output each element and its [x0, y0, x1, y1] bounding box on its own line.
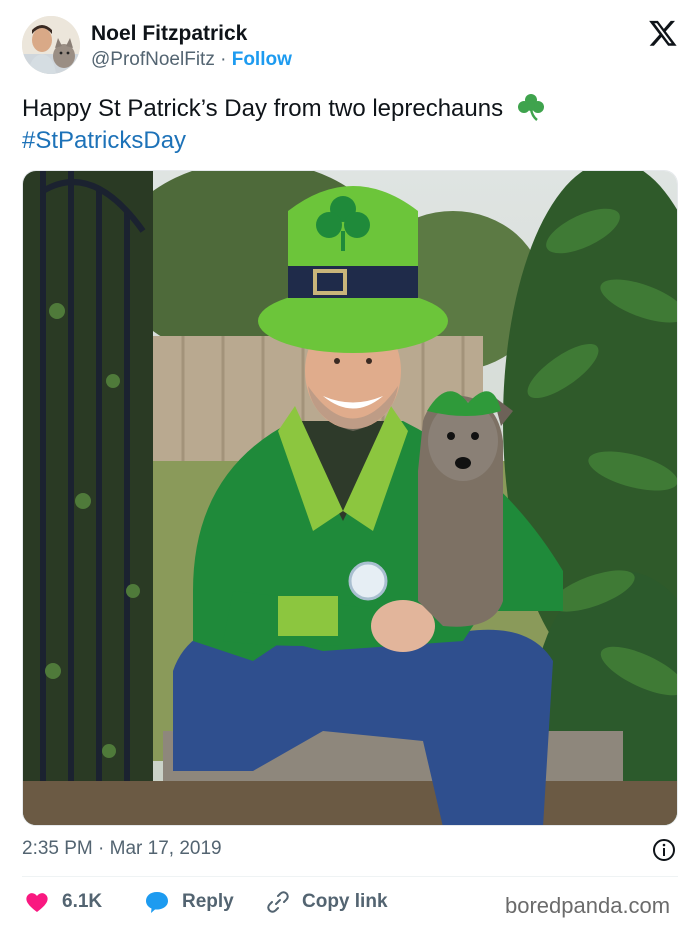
- avatar-image: [22, 16, 80, 74]
- author-handle-row: @ProfNoelFitz · Follow: [91, 49, 292, 71]
- info-icon[interactable]: [652, 838, 676, 862]
- divider: [22, 876, 678, 877]
- tweet-photo[interactable]: [22, 170, 678, 826]
- shamrock-icon: [517, 94, 544, 121]
- heart-icon: [26, 893, 48, 912]
- copy-link-label: Copy link: [302, 891, 388, 912]
- reply-bubble-icon: [146, 892, 168, 913]
- x-logo-icon[interactable]: [648, 18, 678, 48]
- author-handle[interactable]: @ProfNoelFitz: [91, 49, 215, 70]
- follow-button[interactable]: Follow: [232, 49, 292, 70]
- tweet-card: Noel Fitzpatrick @ProfNoelFitz · Follow …: [0, 0, 700, 929]
- tweet-header: Noel Fitzpatrick @ProfNoelFitz · Follow: [22, 16, 682, 80]
- timestamp-date: Mar 17, 2019: [109, 838, 222, 859]
- link-icon: [267, 891, 289, 913]
- timestamp-separator: ·: [98, 838, 105, 859]
- timestamp-time: 2:35 PM: [22, 838, 93, 859]
- tweet-timestamp[interactable]: 2:35 PM · Mar 17, 2019: [22, 838, 222, 860]
- tweet-text: Happy St Patrick’s Day from two leprecha…: [22, 92, 678, 157]
- copy-link-button[interactable]: Copy link: [266, 886, 388, 918]
- reply-button[interactable]: Reply: [144, 886, 234, 918]
- watermark: boredpanda.com: [505, 893, 671, 918]
- photo-image: [23, 171, 677, 825]
- hashtag-link[interactable]: #StPatricksDay: [22, 127, 186, 154]
- action-bar: 6.1K Reply Copy link: [22, 886, 502, 918]
- like-count: 6.1K: [62, 891, 103, 912]
- reply-label: Reply: [182, 891, 234, 912]
- like-button[interactable]: 6.1K: [24, 886, 102, 918]
- tweet-body: Happy St Patrick’s Day from two leprecha…: [22, 95, 504, 122]
- author-name[interactable]: Noel Fitzpatrick: [91, 22, 247, 46]
- handle-separator: ·: [220, 49, 227, 70]
- avatar[interactable]: [22, 16, 80, 74]
